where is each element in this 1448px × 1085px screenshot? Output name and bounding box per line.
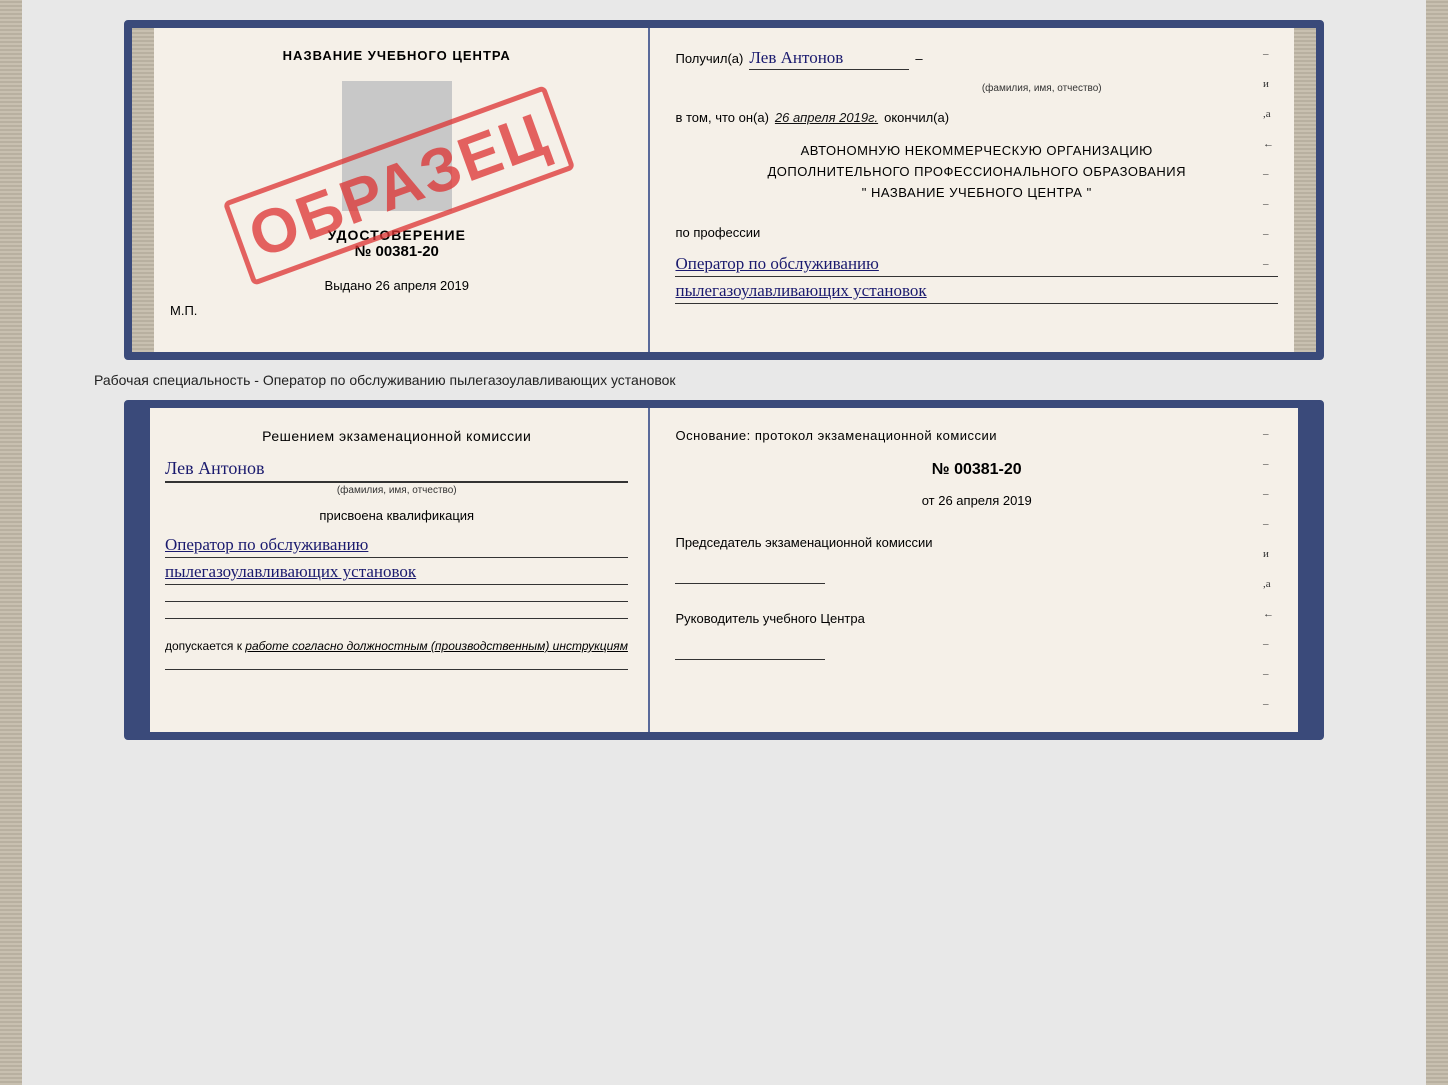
- vtom-date: 26 апреля 2019г.: [775, 110, 878, 125]
- right-side-marks: – и ,а ← – – – –: [1263, 48, 1274, 270]
- profession-line1: Оператор по обслуживанию: [675, 254, 1278, 277]
- bottom-dash2: –: [1263, 458, 1274, 470]
- rukovoditel-label: Руководитель учебного Центра: [675, 611, 864, 626]
- dash7-mark: –: [1263, 258, 1274, 270]
- book-right-page: Получил(а) Лев Антонов – (фамилия, имя, …: [650, 28, 1298, 352]
- vydano-date: 26 апреля 2019: [375, 278, 469, 293]
- poluchil-row: Получил(а) Лев Антонов –: [675, 48, 1278, 70]
- bottom-a-mark: ,а: [1263, 578, 1274, 590]
- dopuskaetsya-value: работе согласно должностным (производств…: [245, 639, 628, 653]
- kvalif-line1: Оператор по обслуживанию: [165, 535, 628, 558]
- document-wrapper: НАЗВАНИЕ УЧЕБНОГО ЦЕНТРА УДОСТОВЕРЕНИЕ №…: [74, 20, 1374, 740]
- bottom-line-2: [165, 618, 628, 619]
- okonchil-label: окончил(а): [884, 110, 949, 125]
- komissia-fio-sublabel: (фамилия, имя, отчество): [165, 482, 628, 496]
- udostoverenie-num: № 00381-20: [328, 243, 466, 260]
- org-line2: ДОПОЛНИТЕЛЬНОГО ПРОФЕССИОНАЛЬНОГО ОБРАЗО…: [675, 162, 1278, 183]
- protocol-num: № 00381-20: [675, 461, 1278, 479]
- poluchil-label: Получил(а): [675, 51, 743, 66]
- dash6-mark: –: [1263, 228, 1274, 240]
- dash3-mark: –: [1263, 48, 1274, 60]
- mp-label: М.П.: [170, 303, 197, 318]
- bottom-i-mark: и: [1263, 548, 1274, 560]
- org-line1: АВТОНОМНУЮ НЕКОММЕРЧЕСКУЮ ОРГАНИЗАЦИЮ: [675, 141, 1278, 162]
- separator-text: Рабочая специальность - Оператор по обсл…: [94, 372, 676, 388]
- top-certificate-book: НАЗВАНИЕ УЧЕБНОГО ЦЕНТРА УДОСТОВЕРЕНИЕ №…: [124, 20, 1324, 360]
- dopuskaetsya-label: допускается к: [165, 639, 242, 653]
- resheniem-label: Решением экзаменационной комиссии: [165, 428, 628, 444]
- a-mark: ,а: [1263, 108, 1274, 120]
- bottom-book-spine-left: [132, 408, 150, 732]
- dash1: –: [915, 51, 922, 66]
- vtom-label: в том, что он(а): [675, 110, 768, 125]
- po-professii-label: по профессии: [675, 225, 1278, 240]
- profession-block: Оператор по обслуживанию пылегазоулавлив…: [675, 250, 1278, 304]
- photo-placeholder: [342, 81, 452, 211]
- vydano-label: Выдано: [325, 278, 372, 293]
- protocol-date-value: 26 апреля 2019: [938, 493, 1032, 508]
- udostoverenie-block: УДОСТОВЕРЕНИЕ № 00381-20: [328, 227, 466, 260]
- komissia-name-block: Лев Антонов (фамилия, имя, отчество): [165, 452, 628, 496]
- vydano-line: Выдано 26 апреля 2019: [325, 278, 469, 293]
- poluchil-name: Лев Антонов: [749, 48, 909, 70]
- predsedatel-label: Председатель экзаменационной комиссии: [675, 535, 932, 550]
- bottom-dash7: –: [1263, 698, 1274, 710]
- i-mark: и: [1263, 78, 1274, 90]
- rukovoditel-signature-line: [675, 640, 825, 660]
- kvalif-block: Оператор по обслуживанию пылегазоулавлив…: [165, 531, 628, 585]
- left-title: НАЗВАНИЕ УЧЕБНОГО ЦЕНТРА: [283, 48, 511, 63]
- komissia-name: Лев Антонов: [165, 458, 628, 482]
- fio-sublabel: (фамилия, имя, отчество): [982, 83, 1102, 94]
- bottom-dash3: –: [1263, 488, 1274, 500]
- bottom-dash1: –: [1263, 428, 1274, 440]
- arrow-mark: ←: [1263, 138, 1274, 150]
- bottom-arrow-mark: ←: [1263, 608, 1274, 620]
- bottom-dash6: –: [1263, 668, 1274, 680]
- osnovaniye-label: Основание: протокол экзаменационной коми…: [675, 428, 1278, 443]
- rukovoditel-block: Руководитель учебного Центра: [675, 610, 1278, 660]
- book-left-page: НАЗВАНИЕ УЧЕБНОГО ЦЕНТРА УДОСТОВЕРЕНИЕ №…: [150, 28, 650, 352]
- bottom-right-page: Основание: протокол экзаменационной коми…: [650, 408, 1298, 732]
- vtom-row: в том, что он(а) 26 апреля 2019г. окончи…: [675, 110, 1278, 125]
- org-line3: " НАЗВАНИЕ УЧЕБНОГО ЦЕНТРА ": [675, 183, 1278, 204]
- dash4-mark: –: [1263, 168, 1274, 180]
- udostoverenie-label: УДОСТОВЕРЕНИЕ: [328, 227, 466, 243]
- protocol-date-prefix: от: [922, 493, 935, 508]
- prisvoena-label: присвоена квалификация: [165, 508, 628, 523]
- bottom-line-3: [165, 669, 628, 670]
- bottom-dash4: –: [1263, 518, 1274, 530]
- dash5-mark: –: [1263, 198, 1274, 210]
- protocol-date: от 26 апреля 2019: [675, 493, 1278, 508]
- dopuskaetsya-block: допускается к работе согласно должностны…: [165, 639, 628, 653]
- predsedatel-block: Председатель экзаменационной комиссии: [675, 534, 1278, 584]
- bottom-right-marks: – – – – и ,а ← – – –: [1263, 428, 1274, 710]
- bottom-dash5: –: [1263, 638, 1274, 650]
- bottom-book-spine-right: [1298, 408, 1316, 732]
- org-block: АВТОНОМНУЮ НЕКОММЕРЧЕСКУЮ ОРГАНИЗАЦИЮ ДО…: [675, 141, 1278, 203]
- predsedatel-signature-line: [675, 564, 825, 584]
- bottom-left-page: Решением экзаменационной комиссии Лев Ан…: [150, 408, 650, 732]
- kvalif-line2: пылегазоулавливающих установок: [165, 562, 628, 585]
- bottom-line-1: [165, 601, 628, 602]
- profession-line2: пылегазоулавливающих установок: [675, 281, 1278, 304]
- bottom-certificate-book: Решением экзаменационной комиссии Лев Ан…: [124, 400, 1324, 740]
